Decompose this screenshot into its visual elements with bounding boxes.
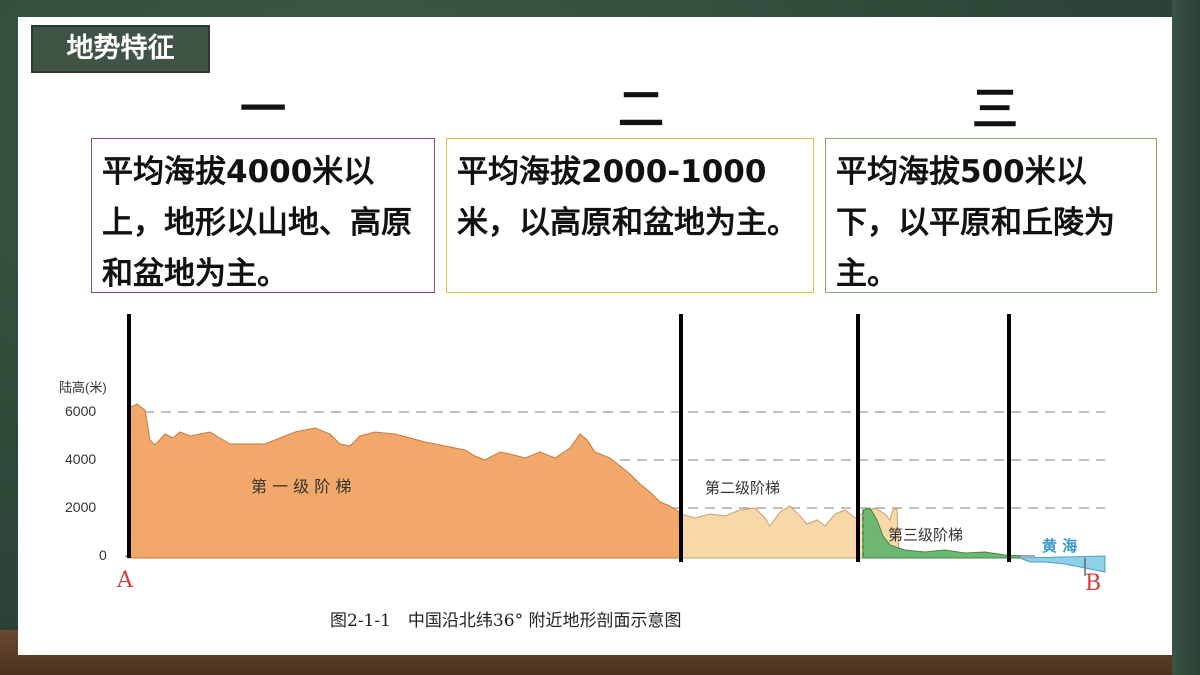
step-1-description: 平均海拔4000米以上，地形以山地、高原和盆地为主。 — [91, 138, 435, 293]
y-axis-label: 陆高(米) — [59, 380, 107, 395]
label-step-2: 第二级阶梯 — [705, 479, 780, 497]
label-step-3: 第三级阶梯 — [888, 526, 963, 544]
label-step-1: 第 一 级 阶 梯 — [251, 477, 351, 496]
y-tick-4000: 4000 — [65, 451, 96, 467]
terrain-step-1 — [128, 403, 682, 559]
label-yellow-sea: 黄 海 — [1042, 537, 1077, 555]
endpoint-b: B — [1085, 571, 1101, 596]
wood-frame-right — [1172, 0, 1200, 675]
terrain-profile-figure: 陆高(米) 6000 4000 2000 0 第 一 级 阶 梯 第二级阶梯 第… — [59, 314, 1106, 596]
y-tick-0: 0 — [99, 547, 107, 563]
step-2-description: 平均海拔2000-1000米，以高原和盆地为主。 — [446, 138, 814, 293]
step-numeral-2: 二 — [618, 82, 664, 136]
step-numeral-3: 三 — [972, 82, 1018, 136]
y-tick-6000: 6000 — [65, 403, 96, 419]
endpoint-a: A — [116, 568, 134, 593]
step-numeral-1: 一 — [240, 82, 286, 136]
yellow-sea — [1019, 555, 1106, 573]
y-tick-2000: 2000 — [65, 499, 96, 515]
step-3-description: 平均海拔500米以下，以平原和丘陵为主。 — [825, 138, 1157, 293]
figure-caption: 图2-1-1 中国沿北纬36° 附近地形剖面示意图 — [330, 611, 682, 631]
slide-title: 地势特征 — [31, 25, 210, 73]
